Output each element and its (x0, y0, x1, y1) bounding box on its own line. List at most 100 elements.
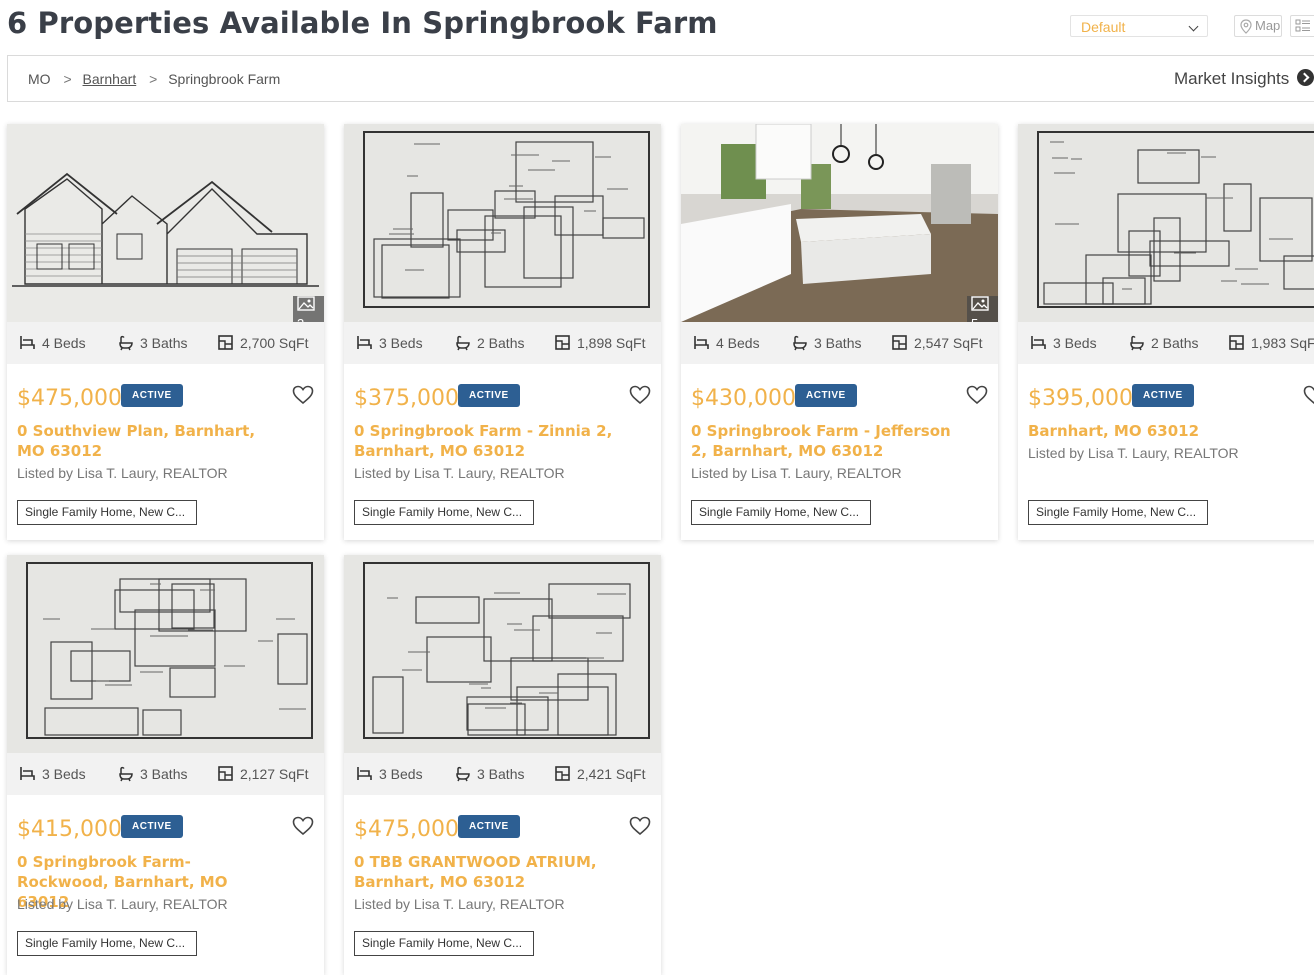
listing-photo[interactable]: 5 (681, 124, 998, 322)
bed-icon (20, 336, 35, 349)
breadcrumb-separator: > (149, 71, 158, 87)
sqft-icon (218, 766, 233, 781)
status-badge: ACTIVE (458, 384, 520, 407)
market-insights-label: Market Insights (1174, 69, 1290, 88)
beds-value: 3 Beds (379, 335, 423, 351)
breadcrumb-bar: MO > Barnhart > Springbrook Farm Market … (7, 55, 1314, 102)
listing-card[interactable]: 3 Beds 2 Baths 1,898 SqFt $375,000 ACTIVE 0 S… (344, 124, 661, 540)
listing-stats: 3 Beds 3 Baths 2,421 SqFt (344, 753, 661, 795)
page-title: 6 Properties Available In Springbrook Fa… (7, 6, 718, 40)
images-icon (971, 296, 989, 311)
sqft-icon (1229, 335, 1244, 350)
property-type-tag: Single Family Home, New C... (17, 931, 197, 956)
listing-price: $375,000 (354, 386, 459, 411)
breadcrumb-state[interactable]: MO (28, 71, 51, 87)
listing-card[interactable]: 5 4 Beds 3 Baths 2,547 SqFt $430,000ACTIVE 0 … (681, 124, 998, 540)
heart-icon (1303, 385, 1314, 405)
bath-icon (119, 335, 133, 351)
status-badge: ACTIVE (1132, 384, 1194, 407)
map-view-button[interactable]: Map (1234, 15, 1282, 37)
beds-stat: 3 Beds (356, 334, 423, 351)
breadcrumb-separator: > (63, 71, 72, 87)
listing-stats: 3 Beds 3 Baths 2,127 SqFt (7, 753, 324, 795)
property-type-tag: Single Family Home, New C... (354, 931, 534, 956)
breadcrumb-city-link[interactable]: Barnhart (83, 71, 137, 87)
listing-stats: 4 Beds 3 Baths 2,700 SqFt (7, 322, 324, 364)
baths-stat: 3 Baths (454, 765, 524, 782)
listed-by: Listed by Lisa T. Laury, REALTOR (17, 465, 228, 481)
sqft-stat: 2,700 SqFt (217, 334, 309, 351)
listing-photo[interactable] (7, 555, 324, 753)
favorite-button[interactable] (629, 816, 651, 841)
listing-stats: 4 Beds 3 Baths 2,547 SqFt (681, 322, 998, 364)
beds-value: 4 Beds (716, 335, 760, 351)
listing-address-link[interactable]: 0 Springbrook Farm - Jefferson 2, Barnha… (691, 421, 963, 461)
photo-count-badge: 3 (293, 296, 324, 322)
sqft-stat: 2,421 SqFt (554, 765, 646, 782)
baths-value: 2 Baths (1151, 335, 1199, 351)
favorite-button[interactable] (1303, 385, 1314, 410)
market-insights-link[interactable]: Market Insights (1174, 69, 1314, 89)
sqft-value: 2,421 SqFt (577, 766, 646, 782)
favorite-button[interactable] (966, 385, 988, 410)
listing-address-link[interactable]: 0 Springbrook Farm - Zinnia 2, Barnhart,… (354, 421, 616, 461)
listing-price: $415,000 (17, 817, 122, 842)
list-view-button[interactable] (1290, 15, 1314, 37)
listing-photo[interactable] (344, 124, 661, 322)
favorite-button[interactable] (292, 816, 314, 841)
baths-stat: 2 Baths (454, 334, 524, 351)
map-view-label: Map (1255, 18, 1281, 33)
listed-by: Listed by Lisa T. Laury, REALTOR (1028, 445, 1239, 461)
status-badge: ACTIVE (121, 384, 183, 407)
listing-card[interactable]: 3 Beds 3 Baths 2,421 SqFt $475,000 ACTIVE 0 T… (344, 555, 661, 975)
beds-stat: 3 Beds (356, 765, 423, 782)
breadcrumb-subdivision: Springbrook Farm (168, 71, 281, 87)
property-type-tag: Single Family Home, New C... (17, 500, 197, 525)
beds-stat: 3 Beds (1030, 334, 1097, 351)
bed-icon (1031, 336, 1046, 349)
sqft-stat: 1,898 SqFt (554, 334, 646, 351)
beds-stat: 4 Beds (693, 334, 760, 351)
status-badge: ACTIVE (121, 815, 183, 838)
list-view-icon (1295, 19, 1310, 32)
beds-stat: 4 Beds (19, 334, 86, 351)
listing-photo[interactable] (1018, 124, 1314, 322)
favorite-button[interactable] (629, 385, 651, 410)
beds-value: 3 Beds (42, 766, 86, 782)
listed-by: Listed by Lisa T. Laury, REALTOR (354, 896, 565, 912)
bath-icon (119, 766, 133, 782)
baths-stat: 3 Baths (791, 334, 861, 351)
listing-photo[interactable] (344, 555, 661, 753)
listing-address-link[interactable]: Barnhart, MO 63012 (1028, 421, 1290, 441)
sqft-icon (555, 766, 570, 781)
listing-price: $475,000 (354, 817, 459, 842)
listing-photo[interactable]: 3 (7, 124, 324, 322)
listing-address-link[interactable]: 0 TBB GRANTWOOD ATRIUM, Barnhart, MO 630… (354, 852, 616, 892)
listed-by: Listed by Lisa T. Laury, REALTOR (17, 896, 228, 912)
bed-icon (694, 336, 709, 349)
sqft-value: 2,127 SqFt (240, 766, 309, 782)
listing-card[interactable]: 3 4 Beds 3 Baths 2,700 SqFt $475,000ACTIVE 0 … (7, 124, 324, 540)
listing-stats: 3 Beds 2 Baths 1,898 SqFt (344, 322, 661, 364)
sqft-stat: 2,127 SqFt (217, 765, 309, 782)
favorite-button[interactable] (292, 385, 314, 410)
beds-stat: 3 Beds (19, 765, 86, 782)
breadcrumb: MO > Barnhart > Springbrook Farm (28, 71, 280, 87)
listing-card[interactable]: 3 Beds 3 Baths 2,127 SqFt $415,000 ACTIVE 0 S… (7, 555, 324, 975)
listing-card[interactable]: 3 Beds 2 Baths 1,983 SqFt $395,000 ACTIVE Bar… (1018, 124, 1314, 540)
map-pin-icon (1240, 19, 1252, 34)
beds-value: 3 Beds (1053, 335, 1097, 351)
sqft-value: 1,983 SqFt (1251, 335, 1314, 351)
sort-select[interactable]: Default (1070, 15, 1208, 37)
listed-by: Listed by Lisa T. Laury, REALTOR (354, 465, 565, 481)
sqft-value: 2,547 SqFt (914, 335, 983, 351)
listed-by: Listed by Lisa T. Laury, REALTOR (691, 465, 902, 481)
bath-icon (456, 766, 470, 782)
property-type-tag: Single Family Home, New C... (1028, 500, 1208, 525)
beds-value: 4 Beds (42, 335, 86, 351)
bath-icon (1130, 335, 1144, 351)
baths-stat: 3 Baths (117, 765, 187, 782)
images-icon (297, 296, 315, 311)
listing-address-link[interactable]: 0 Southview Plan, Barnhart, MO 63012 (17, 421, 279, 461)
baths-stat: 3 Baths (117, 334, 187, 351)
